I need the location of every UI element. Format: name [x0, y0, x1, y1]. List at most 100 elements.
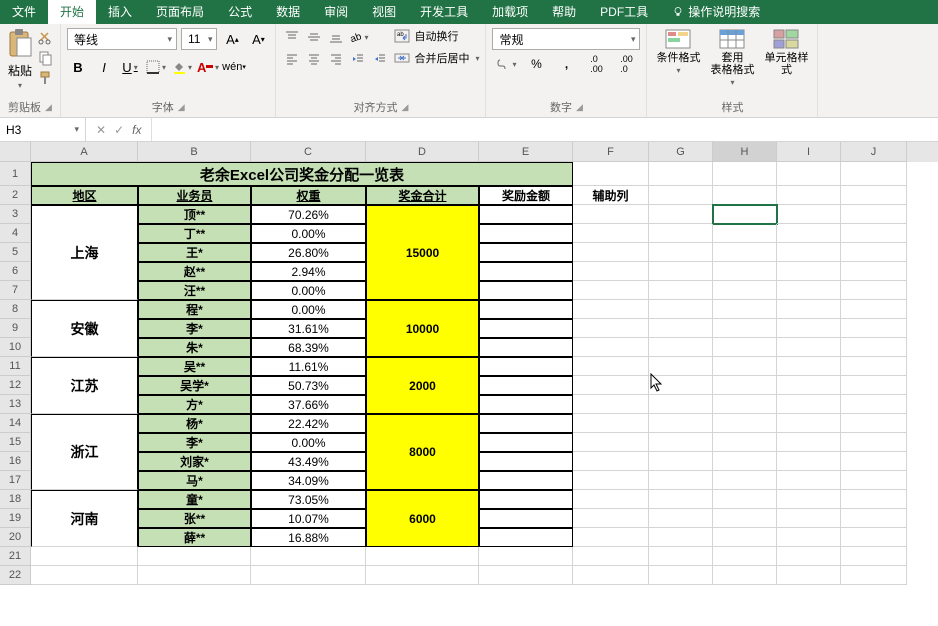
cell-H2[interactable] — [713, 186, 777, 205]
cell-I7[interactable] — [777, 281, 841, 300]
tab-addin[interactable]: 加载项 — [480, 0, 540, 24]
bonus-江苏[interactable]: 2000 — [366, 357, 479, 414]
bonus-河南[interactable]: 6000 — [366, 490, 479, 547]
cell-I18[interactable] — [777, 490, 841, 509]
row-header-12[interactable]: 12 — [0, 376, 31, 395]
award-19[interactable] — [479, 509, 573, 528]
weight-13[interactable]: 37.66% — [251, 395, 366, 414]
align-middle-icon[interactable] — [304, 28, 324, 46]
cell-G9[interactable] — [649, 319, 713, 338]
cell-J4[interactable] — [841, 224, 907, 243]
cell-F4[interactable] — [573, 224, 649, 243]
cell-F8[interactable] — [573, 300, 649, 319]
cell-F15[interactable] — [573, 433, 649, 452]
cell-H9[interactable] — [713, 319, 777, 338]
agent-12[interactable]: 吴学* — [138, 376, 251, 395]
award-11[interactable] — [479, 357, 573, 376]
hdr-bonus[interactable]: 奖金合计 — [366, 186, 479, 205]
bonus-上海[interactable]: 15000 — [366, 205, 479, 300]
cell-F11[interactable] — [573, 357, 649, 376]
cell-B21[interactable] — [138, 547, 251, 566]
tab-home[interactable]: 开始 — [48, 0, 96, 24]
row-header-10[interactable]: 10 — [0, 338, 31, 357]
row-header-20[interactable]: 20 — [0, 528, 31, 547]
row-header-21[interactable]: 21 — [0, 547, 31, 566]
font-color-button[interactable]: A — [197, 56, 219, 78]
agent-14[interactable]: 杨* — [138, 414, 251, 433]
align-center-icon[interactable] — [304, 50, 324, 68]
cell-G1[interactable] — [649, 162, 713, 186]
cell-H21[interactable] — [713, 547, 777, 566]
cell-I17[interactable] — [777, 471, 841, 490]
border-button[interactable] — [145, 56, 167, 78]
row-header-4[interactable]: 4 — [0, 224, 31, 243]
col-header-G[interactable]: G — [649, 142, 713, 162]
weight-15[interactable]: 0.00% — [251, 433, 366, 452]
row-header-15[interactable]: 15 — [0, 433, 31, 452]
weight-3[interactable]: 70.26% — [251, 205, 366, 224]
cell-H19[interactable] — [713, 509, 777, 528]
cell-J5[interactable] — [841, 243, 907, 262]
format-painter-icon[interactable] — [38, 70, 54, 86]
cell-I11[interactable] — [777, 357, 841, 376]
cell-G4[interactable] — [649, 224, 713, 243]
agent-3[interactable]: 顶** — [138, 205, 251, 224]
select-all-corner[interactable] — [0, 142, 31, 162]
weight-5[interactable]: 26.80% — [251, 243, 366, 262]
bonus-安徽[interactable]: 10000 — [366, 300, 479, 357]
hdr-agent[interactable]: 业务员 — [138, 186, 251, 205]
row-header-7[interactable]: 7 — [0, 281, 31, 300]
wrap-text-button[interactable]: ab自动换行 — [394, 28, 479, 44]
agent-9[interactable]: 李* — [138, 319, 251, 338]
cell-H7[interactable] — [713, 281, 777, 300]
cell-I3[interactable] — [777, 205, 841, 224]
cell-G12[interactable] — [649, 376, 713, 395]
row-header-2[interactable]: 2 — [0, 186, 31, 205]
cell-J20[interactable] — [841, 528, 907, 547]
cell-F12[interactable] — [573, 376, 649, 395]
award-10[interactable] — [479, 338, 573, 357]
cell-F3[interactable] — [573, 205, 649, 224]
weight-6[interactable]: 2.94% — [251, 262, 366, 281]
cell-I9[interactable] — [777, 319, 841, 338]
fill-color-button[interactable] — [171, 56, 193, 78]
col-header-I[interactable]: I — [777, 142, 841, 162]
cell-A21[interactable] — [31, 547, 138, 566]
cell-D22[interactable] — [366, 566, 479, 585]
increase-indent-icon[interactable] — [370, 50, 390, 68]
cell-G5[interactable] — [649, 243, 713, 262]
cell-J9[interactable] — [841, 319, 907, 338]
cell-J19[interactable] — [841, 509, 907, 528]
font-size-combo[interactable]: 11 — [181, 28, 217, 50]
align-launcher[interactable]: ◢ — [402, 102, 409, 113]
hdr-region[interactable]: 地区 — [31, 186, 138, 205]
cell-G17[interactable] — [649, 471, 713, 490]
row-header-11[interactable]: 11 — [0, 357, 31, 376]
cell-J12[interactable] — [841, 376, 907, 395]
weight-11[interactable]: 11.61% — [251, 357, 366, 376]
cell-F21[interactable] — [573, 547, 649, 566]
weight-18[interactable]: 73.05% — [251, 490, 366, 509]
cell-styles-button[interactable]: 单元格样式 — [761, 28, 811, 76]
row-header-9[interactable]: 9 — [0, 319, 31, 338]
row-header-13[interactable]: 13 — [0, 395, 31, 414]
weight-10[interactable]: 68.39% — [251, 338, 366, 357]
cell-G13[interactable] — [649, 395, 713, 414]
formula-input[interactable] — [151, 118, 938, 141]
award-12[interactable] — [479, 376, 573, 395]
agent-5[interactable]: 王* — [138, 243, 251, 262]
tab-data[interactable]: 数据 — [264, 0, 312, 24]
cell-G14[interactable] — [649, 414, 713, 433]
tab-layout[interactable]: 页面布局 — [144, 0, 216, 24]
cell-I4[interactable] — [777, 224, 841, 243]
cell-H12[interactable] — [713, 376, 777, 395]
cell-G2[interactable] — [649, 186, 713, 205]
hdr-weight[interactable]: 权重 — [251, 186, 366, 205]
cell-G18[interactable] — [649, 490, 713, 509]
cell-H15[interactable] — [713, 433, 777, 452]
cell-I1[interactable] — [777, 162, 841, 186]
decrease-font-icon[interactable]: A▾ — [247, 28, 269, 50]
weight-14[interactable]: 22.42% — [251, 414, 366, 433]
region-安徽[interactable]: 安徽 — [31, 300, 138, 357]
weight-7[interactable]: 0.00% — [251, 281, 366, 300]
